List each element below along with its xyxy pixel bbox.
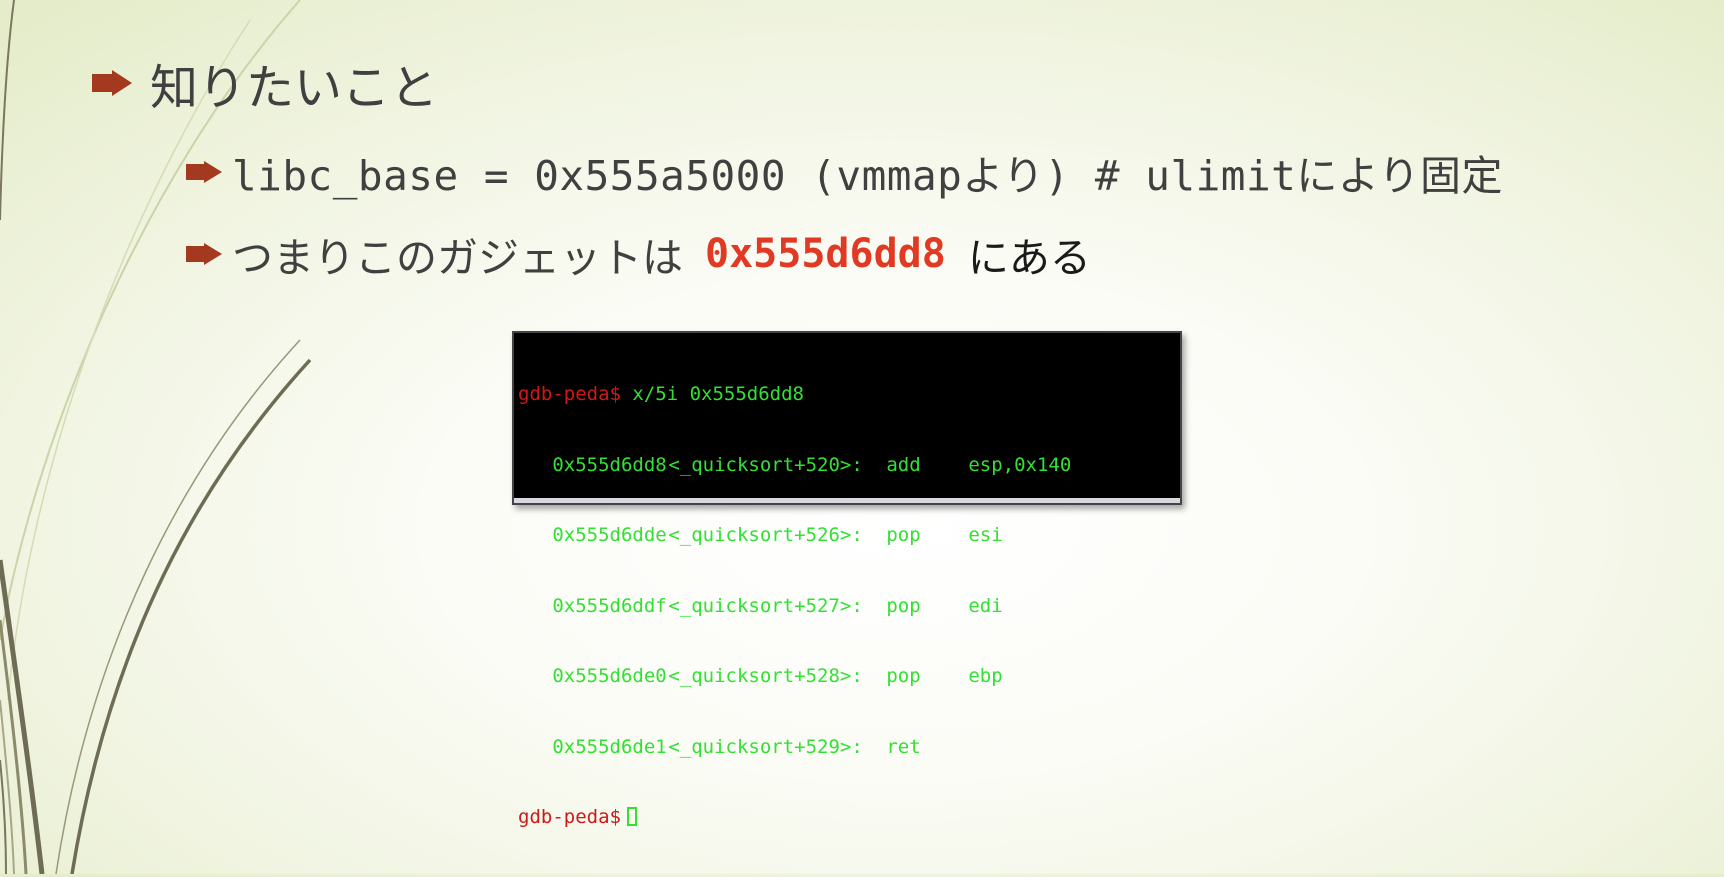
terminal-cursor	[626, 807, 637, 826]
disasm-op: pop	[886, 594, 921, 617]
disasm-address: 0x555d6ddf	[552, 594, 667, 617]
libc-base-text: libc_base = 0x555a5000 (vmmapより) # ulimi…	[232, 152, 1504, 200]
disasm-symbol: <_quicksort+527>:	[668, 594, 863, 617]
bullet-gadget-location: つまりこのガジェットは 0x555d6dd8 にある	[186, 226, 1091, 282]
disasm-line: 0x555d6de0<_quicksort+528>: pop ebp	[518, 665, 1071, 689]
gdb-terminal-screenshot: gdb-peda$ x/5i 0x555d6dd8 0x555d6dd8<_qu…	[512, 331, 1182, 828]
disasm-args: esp,0x140	[968, 453, 1072, 476]
disasm-op: add	[886, 453, 921, 476]
heading-text: 知りたいこと	[150, 60, 439, 116]
bullet-libc-base: libc_base = 0x555a5000 (vmmapより) # ulimi…	[186, 144, 1503, 200]
disasm-args: esi	[968, 524, 1003, 546]
bullet-arrow-icon	[186, 161, 222, 183]
disasm-symbol: <_quicksort+528>:	[668, 665, 863, 687]
terminal-end-line: gdb-peda$	[518, 806, 1071, 830]
disasm-line: 0x555d6dde<_quicksort+526>: pop esi	[518, 524, 1071, 548]
disasm-op: pop	[886, 524, 921, 546]
bullet-arrow-icon	[92, 70, 132, 96]
disasm-args: edi	[968, 594, 1003, 617]
slide-heading: 知りたいこと	[92, 50, 438, 116]
gadget-address-highlight: 0x555d6dd8	[705, 231, 946, 277]
disasm-address: 0x555d6dd8	[552, 453, 667, 476]
bullet-arrow-icon	[186, 243, 222, 265]
disasm-symbol: <_quicksort+529>:	[668, 735, 863, 758]
disasm-line: 0x555d6ddf<_quicksort+527>: pop edi	[518, 595, 1071, 619]
disasm-address: 0x555d6de1	[552, 735, 667, 758]
terminal-prompt: gdb-peda$	[518, 806, 621, 828]
gadget-prefix-text: つまりこのガジェットは	[232, 234, 683, 282]
terminal-output: gdb-peda$ x/5i 0x555d6dd8 0x555d6dd8<_qu…	[518, 336, 1071, 877]
disasm-line: 0x555d6de1<_quicksort+529>: ret	[518, 736, 1071, 760]
terminal-command-line: gdb-peda$ x/5i 0x555d6dd8	[518, 383, 1071, 407]
terminal-prompt: gdb-peda$	[518, 383, 621, 405]
disasm-op: ret	[886, 735, 921, 758]
gadget-suffix-text: にある	[967, 234, 1091, 282]
disasm-symbol: <_quicksort+520>:	[668, 453, 863, 476]
disasm-args: ebp	[968, 665, 1003, 687]
disasm-line: 0x555d6dd8<_quicksort+520>: add esp,0x140	[518, 454, 1071, 478]
disasm-symbol: <_quicksort+526>:	[668, 524, 863, 546]
terminal-command: x/5i 0x555d6dd8	[632, 383, 804, 405]
disasm-address: 0x555d6dde	[552, 524, 667, 546]
terminal-scrollbar	[514, 498, 1180, 503]
disasm-op: pop	[886, 665, 921, 687]
disasm-address: 0x555d6de0	[552, 665, 667, 687]
